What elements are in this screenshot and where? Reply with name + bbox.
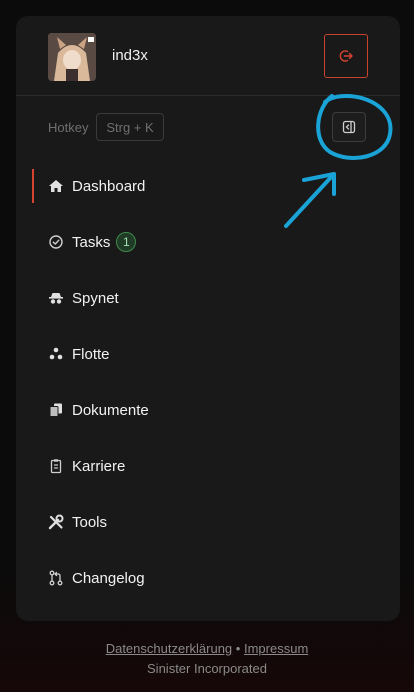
collapse-sidebar-button[interactable] [332, 112, 366, 142]
footer-separator: • [235, 641, 241, 656]
nav-item-karriere[interactable]: Karriere [16, 438, 400, 494]
nav-label: Dashboard [72, 177, 146, 195]
clipboard-icon [48, 458, 64, 474]
nav-item-dokumente[interactable]: Dokumente [16, 382, 400, 438]
footer: Datenschutzerklärung • Impressum Siniste… [0, 639, 414, 679]
ships-icon [48, 346, 64, 362]
nav-item-dashboard[interactable]: Dashboard [16, 158, 400, 214]
logout-icon [339, 50, 353, 62]
sidebar-panel: ind3x Hotkey Strg + K Dashboard Tasks 1 … [16, 16, 400, 621]
hotkey-shortcut: Strg + K [96, 113, 164, 141]
nav-label: Tools [72, 513, 108, 531]
git-branch-icon [48, 570, 64, 586]
documents-icon [48, 402, 64, 418]
company-name: Sinister Incorporated [147, 661, 267, 676]
imprint-link[interactable]: Impressum [244, 641, 308, 656]
nav-item-changelog[interactable]: Changelog [16, 550, 400, 606]
nav-label: Dokumente [72, 401, 149, 419]
footer-links: Datenschutzerklärung • Impressum [0, 639, 414, 659]
hotkey-label: Hotkey [48, 120, 89, 135]
nav-label: Flotte [72, 345, 110, 363]
privacy-link[interactable]: Datenschutzerklärung [106, 641, 232, 656]
username: ind3x [112, 47, 148, 64]
main-navigation: Dashboard Tasks 1 Spynet Flotte Dokument… [16, 158, 400, 606]
tasks-count-badge: 1 [116, 232, 137, 252]
nav-label: Tasks [72, 233, 111, 251]
sidebar-collapse-icon [342, 120, 356, 134]
avatar[interactable] [48, 33, 96, 81]
user-header: ind3x [16, 16, 400, 96]
check-circle-icon [48, 234, 64, 250]
tools-icon [48, 514, 64, 530]
spy-icon [48, 290, 64, 306]
nav-item-tasks[interactable]: Tasks 1 [16, 214, 400, 270]
nav-label: Changelog [72, 569, 145, 587]
nav-label: Spynet [72, 289, 119, 307]
home-icon [48, 178, 64, 194]
logout-button[interactable] [324, 34, 368, 78]
nav-label: Karriere [72, 457, 126, 475]
avatar-image [48, 33, 96, 81]
nav-item-flotte[interactable]: Flotte [16, 326, 400, 382]
nav-item-tools[interactable]: Tools [16, 494, 400, 550]
nav-item-spynet[interactable]: Spynet [16, 270, 400, 326]
